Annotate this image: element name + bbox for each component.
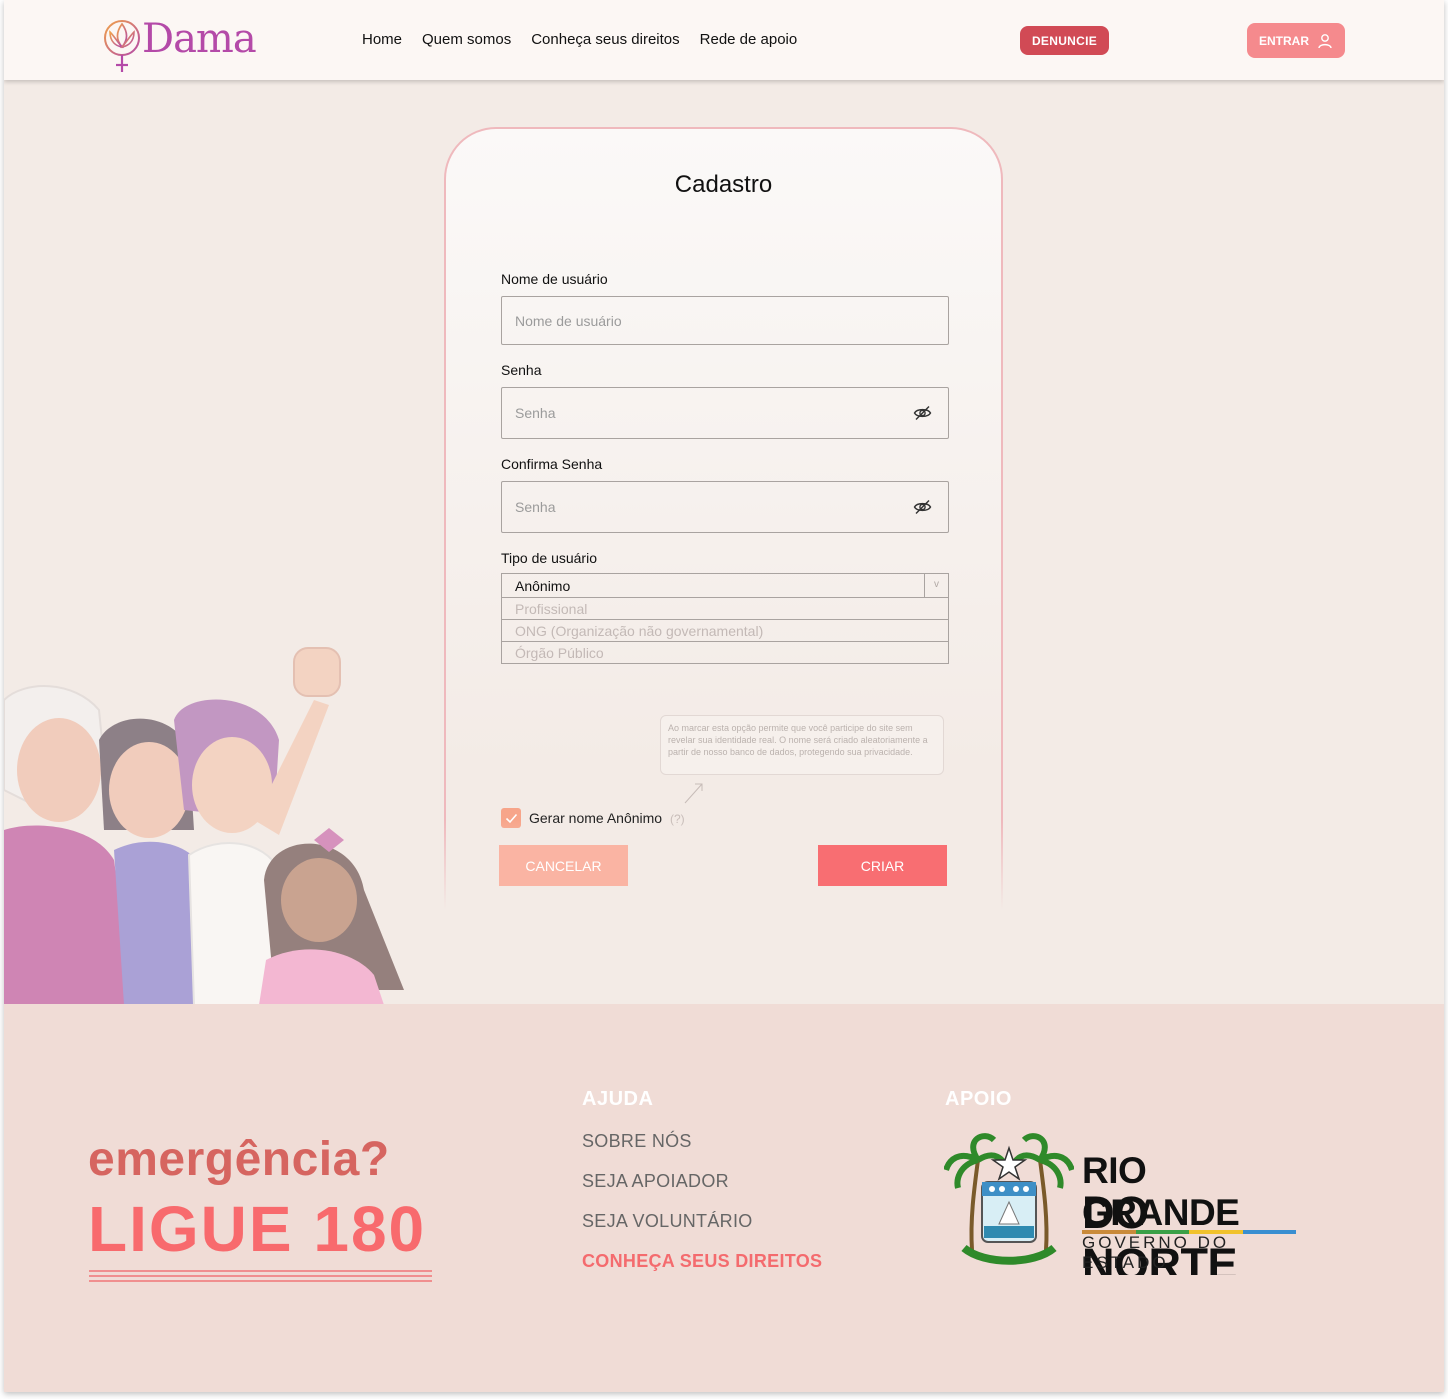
- user-type-option[interactable]: Profissional: [502, 598, 948, 620]
- rn-line3: GOVERNO DO ESTADO: [1082, 1233, 1230, 1272]
- user-icon: [1318, 33, 1332, 48]
- link-seja-apoiador[interactable]: SEJA APOIADOR: [582, 1171, 729, 1192]
- dama-logo[interactable]: Dama: [100, 14, 257, 76]
- emergency-text: emergência?: [88, 1133, 390, 1186]
- page: Dama Home Quem somos Conheça seus direit…: [4, 0, 1444, 1392]
- entrar-button[interactable]: ENTRAR: [1247, 23, 1345, 58]
- form-title: Cadastro: [674, 171, 773, 198]
- signup-card: Cadastro Nome de usuário Nome de usuário…: [444, 127, 1003, 927]
- footer: emergência? LIGUE 180 AJUDA SOBRE NÓS SE…: [4, 1004, 1444, 1392]
- women-group-illustration: [4, 647, 404, 1005]
- chevron-down-icon[interactable]: v: [924, 574, 948, 598]
- card-fade: [440, 820, 1007, 940]
- ligue-180-text: LIGUE 180: [88, 1193, 427, 1265]
- rn-logo-clip: RIO GRANDE DO NORTE GOVERNO DO ESTADO: [944, 1130, 1296, 1275]
- confirm-label: Confirma Senha: [501, 456, 603, 472]
- denuncie-label: DENUNCIE: [1031, 33, 1098, 48]
- username-input[interactable]: Nome de usuário: [501, 296, 949, 345]
- help-heading: AJUDA: [582, 1088, 654, 1110]
- password-label: Senha: [501, 362, 542, 378]
- anon-tooltip: Ao marcar esta opção permite que você pa…: [660, 715, 944, 775]
- rn-coat-of-arms-icon: [944, 1133, 1074, 1265]
- password-input[interactable]: Senha: [501, 387, 949, 439]
- nav-rede-apoio[interactable]: Rede de apoio: [700, 31, 798, 48]
- main-nav: Home Quem somos Conheça seus direitos Re…: [362, 31, 797, 48]
- confirm-password-input[interactable]: Senha: [501, 481, 949, 533]
- eye-off-icon[interactable]: [913, 499, 932, 515]
- nav-home[interactable]: Home: [362, 31, 402, 48]
- denuncie-button[interactable]: DENUNCIE: [1020, 26, 1109, 55]
- lotus-venus-logo-icon: [104, 20, 140, 72]
- link-conheca-direitos[interactable]: CONHEÇA SEUS DIREITOS: [582, 1251, 822, 1272]
- arrow-icon: [684, 783, 703, 804]
- eye-off-icon[interactable]: [913, 405, 932, 421]
- user-type-option[interactable]: Órgão Público: [502, 642, 948, 664]
- rn-government-logo[interactable]: RIO GRANDE DO NORTE GOVERNO DO ESTADO: [944, 1130, 1304, 1275]
- username-placeholder: Nome de usuário: [515, 312, 622, 329]
- user-type-option[interactable]: ONG (Organização não governamental): [502, 620, 948, 642]
- user-type-label: Tipo de usuário: [501, 550, 597, 566]
- confirm-placeholder: Senha: [515, 499, 556, 515]
- link-seja-voluntario[interactable]: SEJA VOLUNTÁRIO: [582, 1211, 753, 1232]
- logo-text: Dama: [142, 16, 257, 62]
- user-type-selected-label: Anônimo: [515, 578, 571, 594]
- password-placeholder: Senha: [515, 405, 556, 421]
- nav-quem-somos[interactable]: Quem somos: [422, 31, 511, 48]
- entrar-label: ENTRAR: [1259, 33, 1309, 48]
- decorative-lines: [89, 1270, 432, 1287]
- user-type-selected[interactable]: Anônimo v: [502, 574, 948, 598]
- nav-conheca-direitos[interactable]: Conheça seus direitos: [531, 31, 679, 48]
- support-heading: APOIO: [945, 1088, 1012, 1110]
- top-navbar: Dama Home Quem somos Conheça seus direit…: [4, 0, 1444, 80]
- username-label: Nome de usuário: [501, 271, 608, 287]
- user-type-select[interactable]: Anônimo v Profissional ONG (Organização …: [501, 573, 949, 664]
- link-sobre-nos[interactable]: SOBRE NÓS: [582, 1131, 692, 1152]
